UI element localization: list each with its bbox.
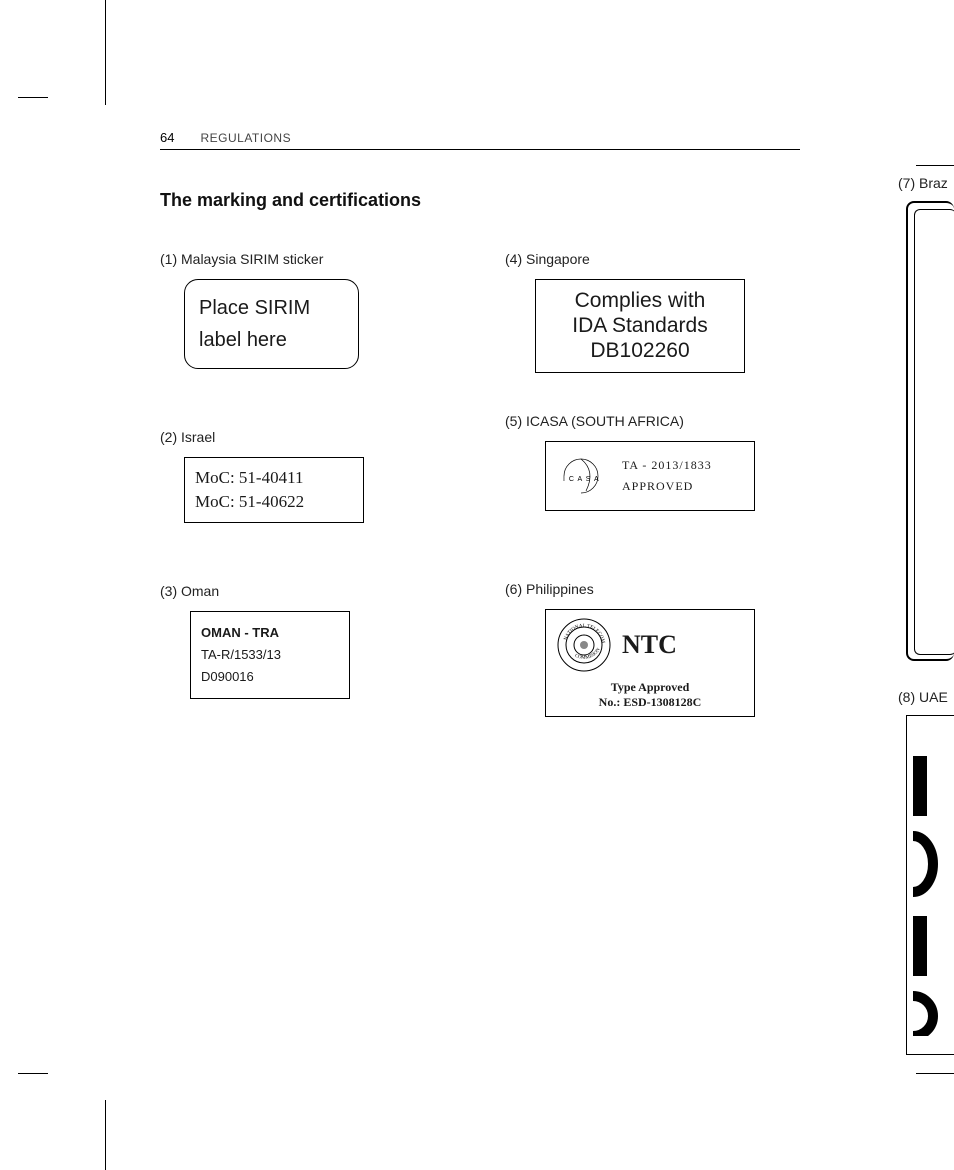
sg-line1: Complies with bbox=[544, 288, 736, 313]
next-page-partial: (7) Braz (8) UAE bbox=[898, 175, 954, 1055]
oman-line2: D090016 bbox=[201, 666, 339, 688]
ntc-seal-icon: NATIONAL TELECOMMUNICATIONS COMMISION bbox=[556, 617, 612, 673]
partial-caption-brazil: (7) Braz bbox=[898, 175, 954, 191]
cert-israel: (2) Israel MoC: 51-40411 MoC: 51-40622 bbox=[160, 429, 455, 523]
partial-box-brazil-inner bbox=[914, 209, 954, 655]
partial-box-uae bbox=[906, 715, 954, 1055]
caption: (6) Philippines bbox=[505, 581, 800, 597]
israel-box: MoC: 51-40411 MoC: 51-40622 bbox=[184, 457, 364, 523]
sirim-line2: label here bbox=[199, 329, 344, 352]
caption: (5) ICASA (SOUTH AFRICA) bbox=[505, 413, 800, 429]
sg-line3: DB102260 bbox=[544, 338, 736, 363]
crop-mark bbox=[916, 1073, 954, 1074]
caption: (4) Singapore bbox=[505, 251, 800, 267]
svg-text:NATIONAL TELECOMMUNICATIONS: NATIONAL TELECOMMUNICATIONS bbox=[556, 617, 605, 644]
icasa-logo-icon: I C A S A bbox=[556, 451, 606, 501]
partial-caption-uae: (8) UAE bbox=[898, 689, 954, 705]
cert-philippines: (6) Philippines NATIONAL TELECOMMUNICATI… bbox=[505, 581, 800, 717]
israel-line2: MoC: 51-40622 bbox=[195, 490, 353, 514]
partial-content-icon bbox=[913, 756, 953, 1036]
caption: (1) Malaysia SIRIM sticker bbox=[160, 251, 455, 267]
crop-mark bbox=[18, 97, 48, 98]
oman-box: OMAN - TRA TA-R/1533/13 D090016 bbox=[190, 611, 350, 699]
singapore-box: Complies with IDA Standards DB102260 bbox=[535, 279, 745, 373]
cert-singapore: (4) Singapore Complies with IDA Standard… bbox=[505, 251, 800, 373]
svg-text:I C A S A: I C A S A bbox=[563, 476, 600, 483]
columns: (1) Malaysia SIRIM sticker Place SIRIM l… bbox=[160, 251, 800, 777]
icasa-box: I C A S A TA - 2013/1833 APPROVED bbox=[545, 441, 755, 511]
crop-mark bbox=[105, 0, 106, 105]
icasa-text: TA - 2013/1833 APPROVED bbox=[622, 452, 712, 500]
crop-mark bbox=[105, 1100, 106, 1170]
ntc-top: NATIONAL TELECOMMUNICATIONS COMMISION NT… bbox=[546, 610, 754, 680]
ntc-brand: NTC bbox=[622, 630, 677, 660]
cert-icasa: (5) ICASA (SOUTH AFRICA) I C A S A TA - … bbox=[505, 413, 800, 511]
icasa-line1: TA - 2013/1833 bbox=[622, 458, 712, 473]
cert-malaysia: (1) Malaysia SIRIM sticker Place SIRIM l… bbox=[160, 251, 455, 369]
cert-oman: (3) Oman OMAN - TRA TA-R/1533/13 D090016 bbox=[160, 583, 455, 699]
ntc-line2: No.: ESD-1308128C bbox=[546, 695, 754, 711]
oman-line1: TA-R/1533/13 bbox=[201, 644, 339, 666]
partial-uae: (8) UAE bbox=[898, 689, 954, 1055]
crop-mark bbox=[18, 1073, 48, 1074]
page-content: 64 REGULATIONS The marking and certifica… bbox=[160, 130, 800, 777]
ntc-bottom: Type Approved No.: ESD-1308128C bbox=[546, 680, 754, 717]
header-rule bbox=[160, 149, 800, 150]
left-column: (1) Malaysia SIRIM sticker Place SIRIM l… bbox=[160, 251, 455, 777]
sirim-placeholder-box: Place SIRIM label here bbox=[184, 279, 359, 369]
partial-box-brazil bbox=[906, 201, 954, 661]
page-number: 64 bbox=[160, 130, 174, 145]
oman-head: OMAN - TRA bbox=[201, 622, 339, 644]
caption: (2) Israel bbox=[160, 429, 455, 445]
sg-line2: IDA Standards bbox=[544, 313, 736, 338]
running-header: 64 REGULATIONS bbox=[160, 130, 800, 145]
header-label: REGULATIONS bbox=[200, 131, 291, 145]
ntc-box: NATIONAL TELECOMMUNICATIONS COMMISION NT… bbox=[545, 609, 755, 717]
section-title: The marking and certifications bbox=[160, 190, 800, 211]
ntc-line1: Type Approved bbox=[546, 680, 754, 696]
crop-mark bbox=[916, 165, 954, 166]
icasa-line2: APPROVED bbox=[622, 479, 712, 494]
israel-line1: MoC: 51-40411 bbox=[195, 466, 353, 490]
right-column: (4) Singapore Complies with IDA Standard… bbox=[505, 251, 800, 777]
caption: (3) Oman bbox=[160, 583, 455, 599]
sirim-line1: Place SIRIM bbox=[199, 297, 344, 320]
